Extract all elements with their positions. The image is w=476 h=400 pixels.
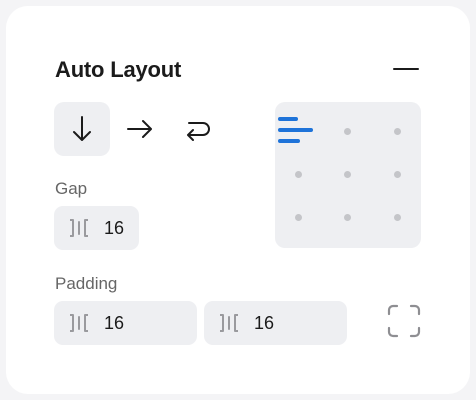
padding-individual-icon <box>387 304 421 338</box>
align-top-center[interactable] <box>344 128 351 135</box>
padding-vertical-input[interactable]: 16 <box>204 301 347 345</box>
panel-title: Auto Layout <box>55 57 182 82</box>
minus-icon <box>393 68 419 70</box>
padding-individual-button[interactable] <box>384 301 424 341</box>
align-middle-right[interactable] <box>394 171 401 178</box>
gap-input[interactable]: 16 <box>54 206 139 250</box>
gap-icon <box>70 219 88 237</box>
gap-label: Gap <box>55 179 88 198</box>
arrow-down-icon <box>73 116 91 141</box>
align-bottom-right[interactable] <box>394 214 401 221</box>
padding-horizontal-icon <box>70 314 88 332</box>
align-bottom-center[interactable] <box>344 214 351 221</box>
collapse-button[interactable] <box>388 58 424 80</box>
align-middle-left[interactable] <box>295 171 302 178</box>
padding-horizontal-value: 16 <box>104 313 125 333</box>
padding-vertical-icon <box>220 314 238 332</box>
direction-wrap-button[interactable] <box>170 102 226 156</box>
alignment-grid <box>275 102 421 248</box>
padding-label: Padding <box>55 274 118 293</box>
align-top-left-icon[interactable] <box>278 117 314 145</box>
wrap-icon <box>187 122 210 141</box>
arrow-right-icon <box>127 120 152 138</box>
align-middle-center[interactable] <box>344 171 351 178</box>
padding-horizontal-input[interactable]: 16 <box>54 301 197 345</box>
align-top-right[interactable] <box>394 128 401 135</box>
gap-value: 16 <box>104 218 125 238</box>
direction-vertical-button[interactable] <box>54 102 110 156</box>
align-bottom-left[interactable] <box>295 214 302 221</box>
padding-vertical-value: 16 <box>254 313 275 333</box>
direction-horizontal-button[interactable] <box>112 102 168 156</box>
